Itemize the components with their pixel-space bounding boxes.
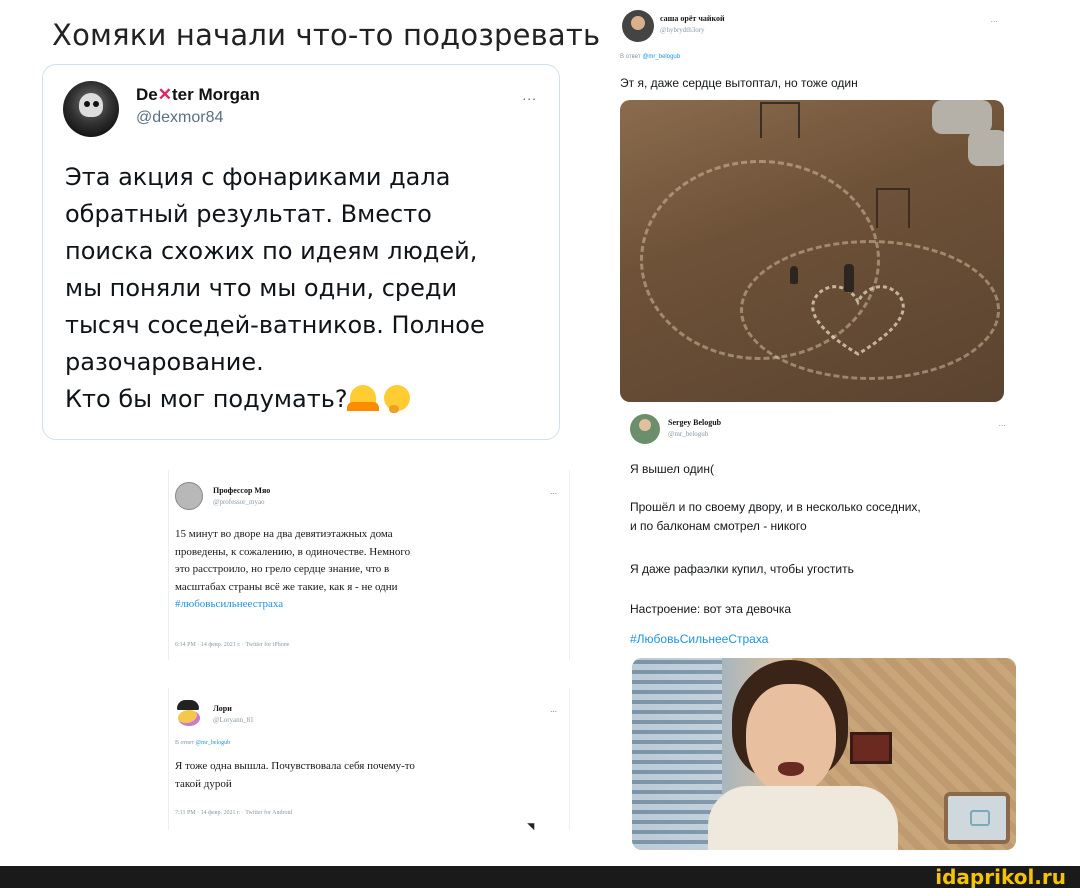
tweet-author-handle[interactable]: @mr_belogub	[668, 430, 708, 438]
tweet-author-name[interactable]: Профессор Мяо	[213, 486, 270, 495]
avatar[interactable]	[175, 482, 203, 510]
skull-eye-right	[93, 101, 99, 107]
tweet-line: масштабах страны всё же такие, как я - н…	[175, 580, 398, 593]
more-options-icon[interactable]: ...	[550, 704, 557, 714]
swing-frame	[760, 102, 800, 138]
tweet-text: 15 минут во дворе на два девятиэтажных д…	[175, 526, 555, 614]
person-figure	[844, 264, 854, 292]
more-options-icon[interactable]: ...	[522, 87, 537, 103]
tweet-line: Настроение: вот эта девочка	[630, 602, 792, 616]
tweet-line: тысяч соседей-ватников. Полное	[65, 311, 485, 339]
tweet-line-text: Кто бы мог подумать?	[65, 385, 348, 413]
tweet-text: Я тоже одна вышла. Почувствовала себя по…	[175, 758, 555, 793]
tweet-line: 15 минут во дворе на два девятиэтажных д…	[175, 528, 393, 540]
parked-car	[932, 100, 992, 134]
reply-to-link[interactable]: @mr_belogub	[642, 54, 680, 60]
tweet-author-name[interactable]: Sergey Belogub	[668, 418, 721, 427]
wall-picture	[850, 732, 892, 764]
tweet-author-name[interactable]: Лори	[213, 704, 232, 713]
tweet-text: Эт я, даже сердце вытоптал, но тоже один	[620, 76, 858, 90]
reply-prefix: В ответ	[175, 740, 195, 746]
more-options-icon[interactable]: ...	[550, 486, 557, 496]
tweet-author-handle[interactable]: @hybrydth3ory	[660, 26, 705, 34]
name-prefix: De	[136, 85, 158, 104]
tweet-professor[interactable]: Профессор Мяо @professor_myao ... 15 мин…	[168, 470, 570, 660]
tweet-lori[interactable]: Лори @Loryann_81 ... В ответ @mr_belogub…	[168, 688, 570, 830]
skull-avatar[interactable]	[63, 81, 119, 137]
snow-heart-photo[interactable]	[620, 100, 1004, 402]
right-thread: саша орёт чайкой @hybrydth3ory ... В отв…	[612, 0, 1020, 866]
tweet-author-name[interactable]: De✕ter Morgan	[136, 85, 260, 105]
crying-girl-photo[interactable]	[632, 658, 1016, 850]
name-suffix: ter Morgan	[171, 85, 260, 104]
monitor-screen	[944, 792, 1010, 844]
x-mark-icon: ✕	[157, 85, 172, 104]
page-title: Хомяки начали что-то подозревать	[52, 18, 601, 52]
tweet-line: Эта акция с фонариками дала	[65, 163, 451, 191]
tweet-line-last: Кто бы мог подумать?	[65, 381, 545, 418]
swing-frame	[876, 188, 910, 228]
tweet-line: мы поняли что мы одни, среди	[65, 274, 458, 302]
tweet-author-name[interactable]: саша орёт чайкой	[660, 14, 725, 23]
tweet-author-handle[interactable]: @dexmor84	[136, 109, 223, 127]
girl-face	[746, 684, 836, 794]
girl-mouth	[778, 762, 804, 776]
tweet-line: и по балконам смотрел - никого	[630, 519, 807, 533]
watermark[interactable]: idaprikol.ru	[935, 866, 1066, 888]
parked-car	[968, 130, 1004, 166]
tweet-line: это расстроило, но грело сердце знание, …	[175, 563, 390, 575]
person-figure	[790, 266, 798, 284]
avatar[interactable]	[630, 414, 660, 444]
reply-to-line: В ответ @mr_belogub	[175, 740, 230, 746]
more-options-icon[interactable]: ...	[990, 14, 998, 24]
person-shrugging-emoji-icon	[346, 385, 379, 411]
tweet-line: Прошёл и по своему двору, и в несколько …	[630, 500, 921, 514]
tweet-line: поиска схожих по идеям людей,	[65, 237, 478, 265]
more-options-icon[interactable]: ...	[998, 418, 1006, 428]
reply-to-link[interactable]: @mr_belogub	[196, 740, 231, 746]
footer-bar: idaprikol.ru	[0, 866, 1080, 888]
hashtag-link[interactable]: #ЛюбовьСильнееСтраха	[630, 630, 1020, 649]
reply-prefix: В ответ	[620, 54, 641, 60]
tweet-line: разочарование.	[65, 348, 264, 376]
avatar[interactable]	[622, 10, 654, 42]
heart-trail-icon	[811, 285, 905, 356]
avatar[interactable]	[175, 700, 203, 728]
girl-sweater	[708, 786, 898, 850]
hashtag-link[interactable]: #любовьсильнеестраха	[175, 596, 555, 614]
tweet-line: проведены, к сожалению, в одиночестве. Н…	[175, 545, 411, 558]
tweet-text: Эта акция с фонариками дала обратный рез…	[65, 159, 545, 418]
tweet-author-handle[interactable]: @professor_myao	[213, 498, 265, 506]
big-tweet-card[interactable]: De✕ter Morgan @dexmor84 ... Эта акция с …	[42, 64, 560, 440]
skull-eye-left	[84, 101, 90, 107]
tweet-line: Я даже рафаэлки купил, чтобы угостить	[630, 562, 854, 576]
tweet-timestamp[interactable]: 6:14 PM · 14 февр. 2021 г. · Twitter for…	[175, 642, 289, 648]
tweet-timestamp[interactable]: 7:11 PM · 14 февр. 2021 г. · Twitter for…	[175, 810, 292, 816]
tweet-line: такой дурой	[175, 777, 232, 790]
thinking-face-emoji-icon	[383, 385, 410, 413]
tweet-author-handle[interactable]: @Loryann_81	[213, 716, 254, 724]
tweet-line: обратный результат. Вместо	[65, 200, 432, 228]
skull-icon	[79, 93, 103, 117]
tweet-line: Я тоже одна вышла. Почувствовала себя по…	[175, 760, 415, 772]
tweet-line: Я вышел один(	[630, 462, 714, 476]
reply-to-line: В ответ @mr_belogub	[620, 54, 680, 60]
